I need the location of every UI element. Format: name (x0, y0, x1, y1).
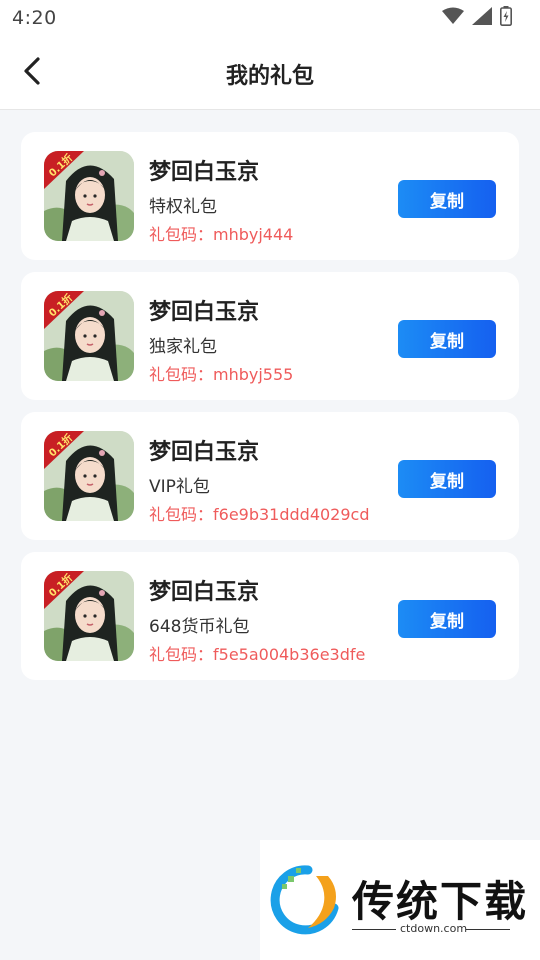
watermark-domain: ctdown.com (400, 922, 468, 935)
gift-code: 礼包码：mhbyj555 (149, 365, 294, 384)
copy-button[interactable]: 复制 (398, 460, 496, 498)
game-icon[interactable]: 0.1折 (44, 151, 134, 241)
game-name: 梦回白玉京 (149, 300, 260, 325)
gift-type: 特权礼包 (149, 197, 217, 217)
gift-card: 0.1折 梦回白玉京 VIP礼包 礼包码：f6e9b31ddd4029cd 复制 (21, 412, 519, 540)
status-icons (442, 6, 512, 30)
watermark-divider-left (352, 929, 396, 930)
status-bar: 4:20 (0, 0, 540, 36)
gift-type: 648货币礼包 (149, 617, 250, 637)
gift-type: VIP礼包 (149, 477, 210, 497)
game-icon[interactable]: 0.1折 (44, 291, 134, 381)
gift-type: 独家礼包 (149, 337, 217, 357)
app-header: 我的礼包 (0, 36, 540, 110)
wifi-icon (442, 7, 464, 29)
battery-icon (500, 6, 512, 30)
status-time: 4:20 (12, 7, 57, 29)
game-icon[interactable]: 0.1折 (44, 431, 134, 521)
signal-icon (472, 7, 492, 29)
gift-card: 0.1折 梦回白玉京 特权礼包 礼包码：mhbyj444 复制 (21, 132, 519, 260)
gift-card: 0.1折 梦回白玉京 独家礼包 礼包码：mhbyj555 复制 (21, 272, 519, 400)
watermark-brand: 传统下载 (352, 877, 529, 926)
gift-code: 礼包码：f5e5a004b36e3dfe (149, 645, 366, 664)
gift-card: 0.1折 梦回白玉京 648货币礼包 礼包码：f5e5a004b36e3dfe … (21, 552, 519, 680)
game-name: 梦回白玉京 (149, 440, 260, 465)
game-icon[interactable]: 0.1折 (44, 571, 134, 661)
copy-button[interactable]: 复制 (398, 600, 496, 638)
gift-code: 礼包码：f6e9b31ddd4029cd (149, 505, 370, 524)
page-title: 我的礼包 (225, 64, 314, 89)
copy-button[interactable]: 复制 (398, 320, 496, 358)
watermark: 传统下载 ctdown.com (260, 840, 540, 960)
gift-list: 0.1折 梦回白玉京 特权礼包 礼包码：mhbyj444 复制 0.1折 梦回白… (21, 132, 519, 692)
game-name: 梦回白玉京 (149, 160, 260, 185)
game-name: 梦回白玉京 (149, 580, 260, 605)
copy-button[interactable]: 复制 (398, 180, 496, 218)
gift-code: 礼包码：mhbyj444 (149, 225, 294, 244)
watermark-divider-right (466, 929, 510, 930)
brand-logo-icon (268, 862, 346, 940)
